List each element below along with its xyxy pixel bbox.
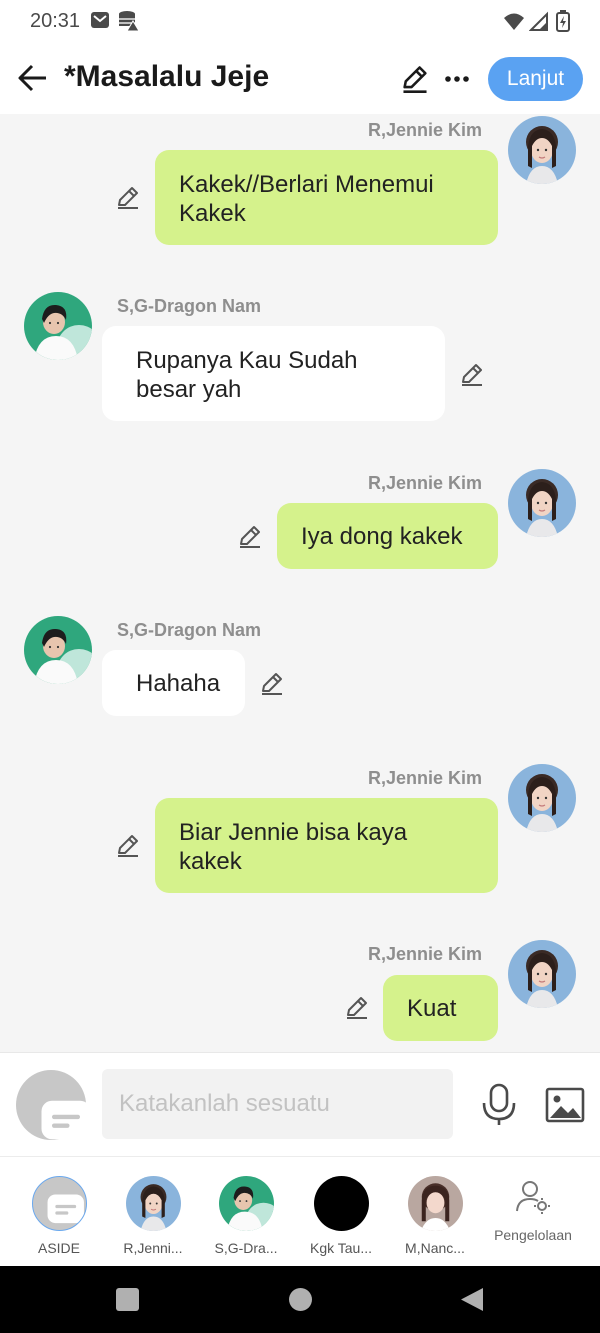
character-aside[interactable]: ASIDE [14, 1157, 104, 1267]
edit-message-icon[interactable] [344, 994, 370, 1020]
message-line: Biar Jennie bisa kaya [179, 819, 408, 846]
character-label: M,Nanc... [405, 1240, 465, 1256]
edit-pencil-icon[interactable] [400, 64, 430, 94]
sender-name: R,Jennie Kim [367, 473, 482, 493]
gdragon-avatar[interactable] [24, 292, 92, 360]
microphone-icon[interactable] [480, 1083, 518, 1127]
message-bubble[interactable]: Kuat [383, 975, 498, 1041]
message-line: Iya dong kakek [301, 523, 463, 550]
system-nav-bar [0, 1266, 600, 1333]
more-options-icon[interactable] [442, 64, 472, 94]
signal-icon [529, 11, 548, 31]
message-line: besar yah [136, 376, 242, 403]
back-arrow-icon[interactable] [16, 60, 52, 96]
character-label: Kgk Tau... [309, 1240, 372, 1256]
message-line: Kakek [179, 200, 246, 227]
sender-name: R,Jennie Kim [367, 944, 482, 964]
message-line: Kuat [407, 995, 457, 1022]
wifi-icon [504, 13, 524, 30]
message-input[interactable] [102, 1069, 453, 1139]
continue-button[interactable]: Lanjut [488, 57, 583, 101]
sender-name: R,Jennie Kim [367, 120, 482, 140]
image-icon[interactable] [545, 1085, 585, 1125]
jennie-avatar[interactable] [508, 469, 576, 537]
edit-message-icon[interactable] [115, 184, 141, 210]
nav-back-icon[interactable] [459, 1286, 485, 1313]
aside-icon [32, 1176, 87, 1231]
sender-name: S,G-Dragon Nam [117, 296, 262, 316]
character-label: S,G-Dra... [214, 1240, 278, 1256]
storage-warning-icon [119, 11, 140, 32]
message-bubble[interactable]: Rupanya Kau Sudah besar yah [102, 326, 445, 421]
character-label: ASIDE [37, 1240, 80, 1256]
black-avatar [314, 1176, 369, 1231]
jennie-avatar [126, 1176, 181, 1231]
sender-name: R,Jennie Kim [367, 768, 482, 788]
aside-icon [16, 1070, 86, 1140]
edit-message-icon[interactable] [259, 670, 285, 696]
edit-message-icon[interactable] [237, 523, 263, 549]
sender-name: S,G-Dragon Nam [117, 620, 262, 640]
gdragon-avatar [219, 1176, 274, 1231]
status-bar: 20:31 [0, 0, 600, 46]
edit-message-icon[interactable] [459, 361, 485, 387]
home-button[interactable] [289, 1288, 312, 1311]
character-jennie[interactable]: R,Jenni... [108, 1157, 198, 1267]
jennie-avatar[interactable] [508, 764, 576, 832]
manage-label[interactable]: Pengelolaan [485, 1227, 581, 1243]
mail-notification-icon [91, 12, 109, 28]
chat-area[interactable]: R,Jennie Kim Kakek//Berlari Menemui Kake… [0, 114, 600, 1052]
edit-message-icon[interactable] [115, 832, 141, 858]
character-bar: ASIDE R,Jenni... S,G-Dra... Kgk Tau... M… [0, 1156, 600, 1266]
manage-characters-icon[interactable] [515, 1179, 551, 1215]
chat-header: *Masalalu Jeje Lanjut [0, 46, 600, 114]
message-bubble[interactable]: Kakek//Berlari Menemui Kakek [155, 150, 498, 245]
aside-toggle-button[interactable] [16, 1070, 86, 1140]
message-line: Kakek//Berlari Menemui [179, 171, 434, 198]
battery-icon [556, 10, 570, 32]
jennie-avatar[interactable] [508, 116, 576, 184]
message-line: Rupanya Kau Sudah [136, 347, 358, 374]
message-bubble[interactable]: Hahaha [102, 650, 245, 716]
character-kgk-tau[interactable]: Kgk Tau... [296, 1157, 386, 1267]
message-bubble[interactable]: Iya dong kakek [277, 503, 498, 569]
character-label: R,Jenni... [123, 1240, 183, 1256]
gdragon-avatar[interactable] [24, 616, 92, 684]
jennie-avatar[interactable] [508, 940, 576, 1008]
recent-apps-button[interactable] [116, 1288, 139, 1311]
message-line: Hahaha [136, 670, 221, 697]
status-time: 20:31 [30, 10, 81, 32]
message-input-bar [0, 1052, 600, 1156]
character-gdragon[interactable]: S,G-Dra... [201, 1157, 291, 1267]
character-nancy[interactable]: M,Nanc... [390, 1157, 480, 1267]
nancy-avatar [408, 1176, 463, 1231]
message-line: kakek [179, 848, 242, 875]
message-bubble[interactable]: Biar Jennie bisa kaya kakek [155, 798, 498, 893]
page-title: *Masalalu Jeje [64, 60, 270, 93]
